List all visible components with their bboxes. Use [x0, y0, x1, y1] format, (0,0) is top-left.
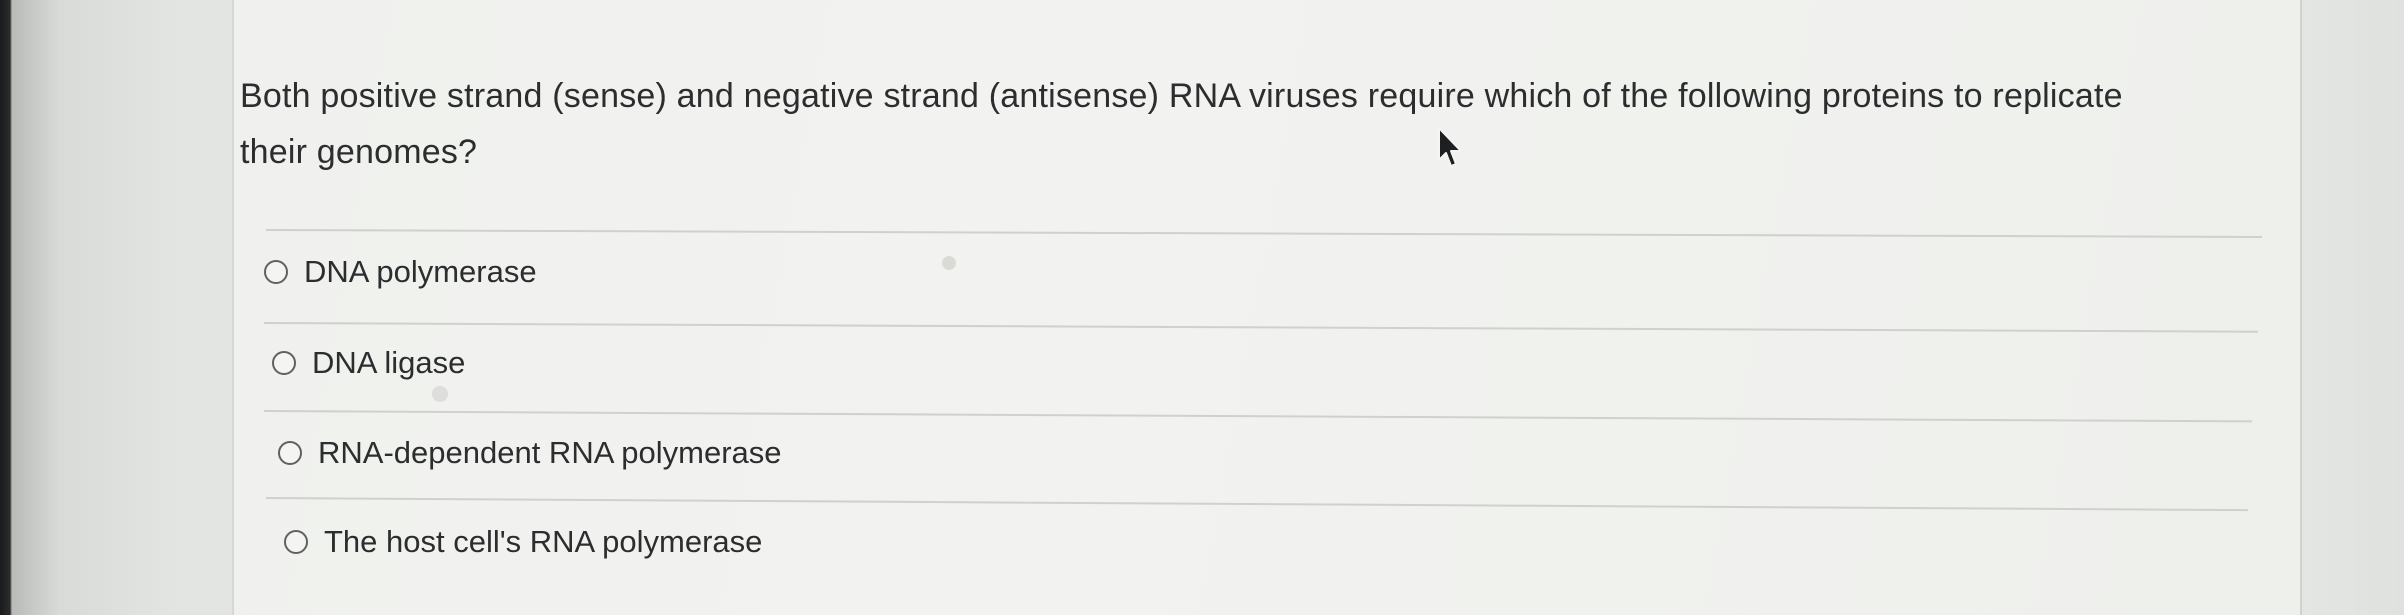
- radio-button-4[interactable]: [284, 530, 308, 554]
- screen-speck: [432, 386, 448, 402]
- screen-speck: [942, 256, 956, 270]
- question-text: Both positive strand (sense) and negativ…: [240, 77, 2123, 171]
- answer-option-label-4: The host cell's RNA polymerase: [324, 524, 763, 559]
- mouse-pointer-icon: [1438, 127, 1462, 167]
- answer-option-4[interactable]: The host cell's RNA polymerase: [284, 524, 762, 560]
- answer-option-label-2: DNA ligase: [312, 345, 466, 380]
- answer-option-1[interactable]: DNA polymerase: [264, 254, 537, 290]
- answer-option-3[interactable]: RNA-dependent RNA polymerase: [278, 435, 782, 471]
- radio-button-1[interactable]: [264, 260, 288, 284]
- answer-option-2[interactable]: DNA ligase: [272, 345, 465, 381]
- radio-button-3[interactable]: [278, 441, 302, 465]
- answer-option-label-3: RNA-dependent RNA polymerase: [318, 435, 782, 470]
- answer-option-label-1: DNA polymerase: [304, 254, 537, 289]
- quiz-screen: Both positive strand (sense) and negativ…: [0, 0, 2404, 615]
- radio-button-2[interactable]: [272, 351, 296, 375]
